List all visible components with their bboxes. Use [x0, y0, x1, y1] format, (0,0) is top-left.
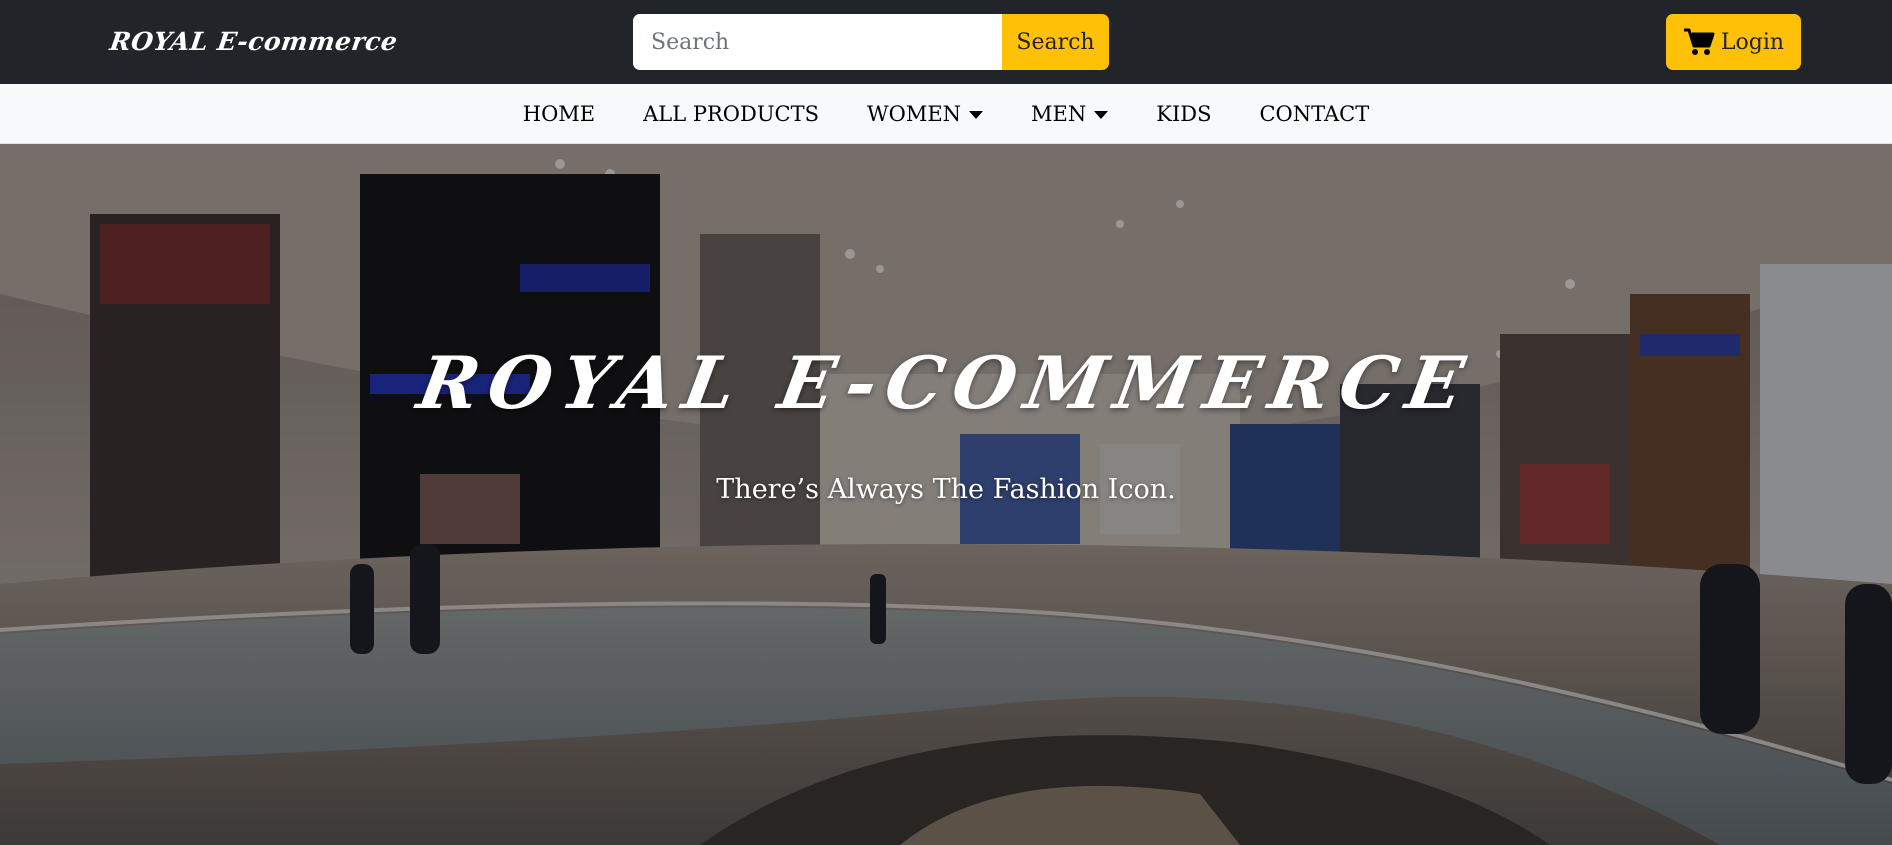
login-button[interactable]: Login	[1666, 14, 1801, 70]
nav-item-kids[interactable]: KIDS	[1132, 84, 1235, 144]
caret-down-icon	[969, 111, 984, 119]
login-label: Login	[1720, 29, 1785, 55]
nav-item-label: HOME	[522, 102, 596, 126]
nav-item-label: ALL PRODUCTS	[643, 102, 820, 126]
nav-item-contact[interactable]: CONTACT	[1235, 84, 1393, 144]
nav-item-label: KIDS	[1156, 102, 1212, 126]
nav-list: HOME ALL PRODUCTS WOMEN MEN KIDS CONTACT	[0, 84, 1892, 144]
nav-item-women[interactable]: WOMEN	[843, 84, 1007, 144]
hero-title: ROYAL E-COMMERCE	[411, 340, 1481, 425]
nav-item-label: CONTACT	[1259, 102, 1370, 126]
nav-item-label: MEN	[1031, 102, 1087, 126]
brand-logo[interactable]: ROYAL E-commerce	[107, 22, 400, 62]
nav-item-men[interactable]: MEN	[1007, 84, 1132, 144]
hero-subtitle: There’s Always The Fashion Icon.	[716, 474, 1176, 505]
shopping-cart-icon	[1683, 28, 1715, 55]
search-form: Search	[633, 14, 1109, 70]
main-nav: HOME ALL PRODUCTS WOMEN MEN KIDS CONTACT	[0, 84, 1892, 144]
nav-item-all-products[interactable]: ALL PRODUCTS	[619, 84, 843, 144]
hero-banner: ROYAL E-COMMERCE There’s Always The Fash…	[0, 144, 1892, 845]
nav-item-label: WOMEN	[867, 102, 962, 126]
search-input[interactable]	[633, 14, 1002, 70]
top-header: ROYAL E-commerce Search Login	[0, 0, 1892, 84]
caret-down-icon	[1094, 111, 1109, 119]
nav-item-home[interactable]: HOME	[499, 84, 619, 144]
search-button[interactable]: Search	[1002, 14, 1109, 70]
